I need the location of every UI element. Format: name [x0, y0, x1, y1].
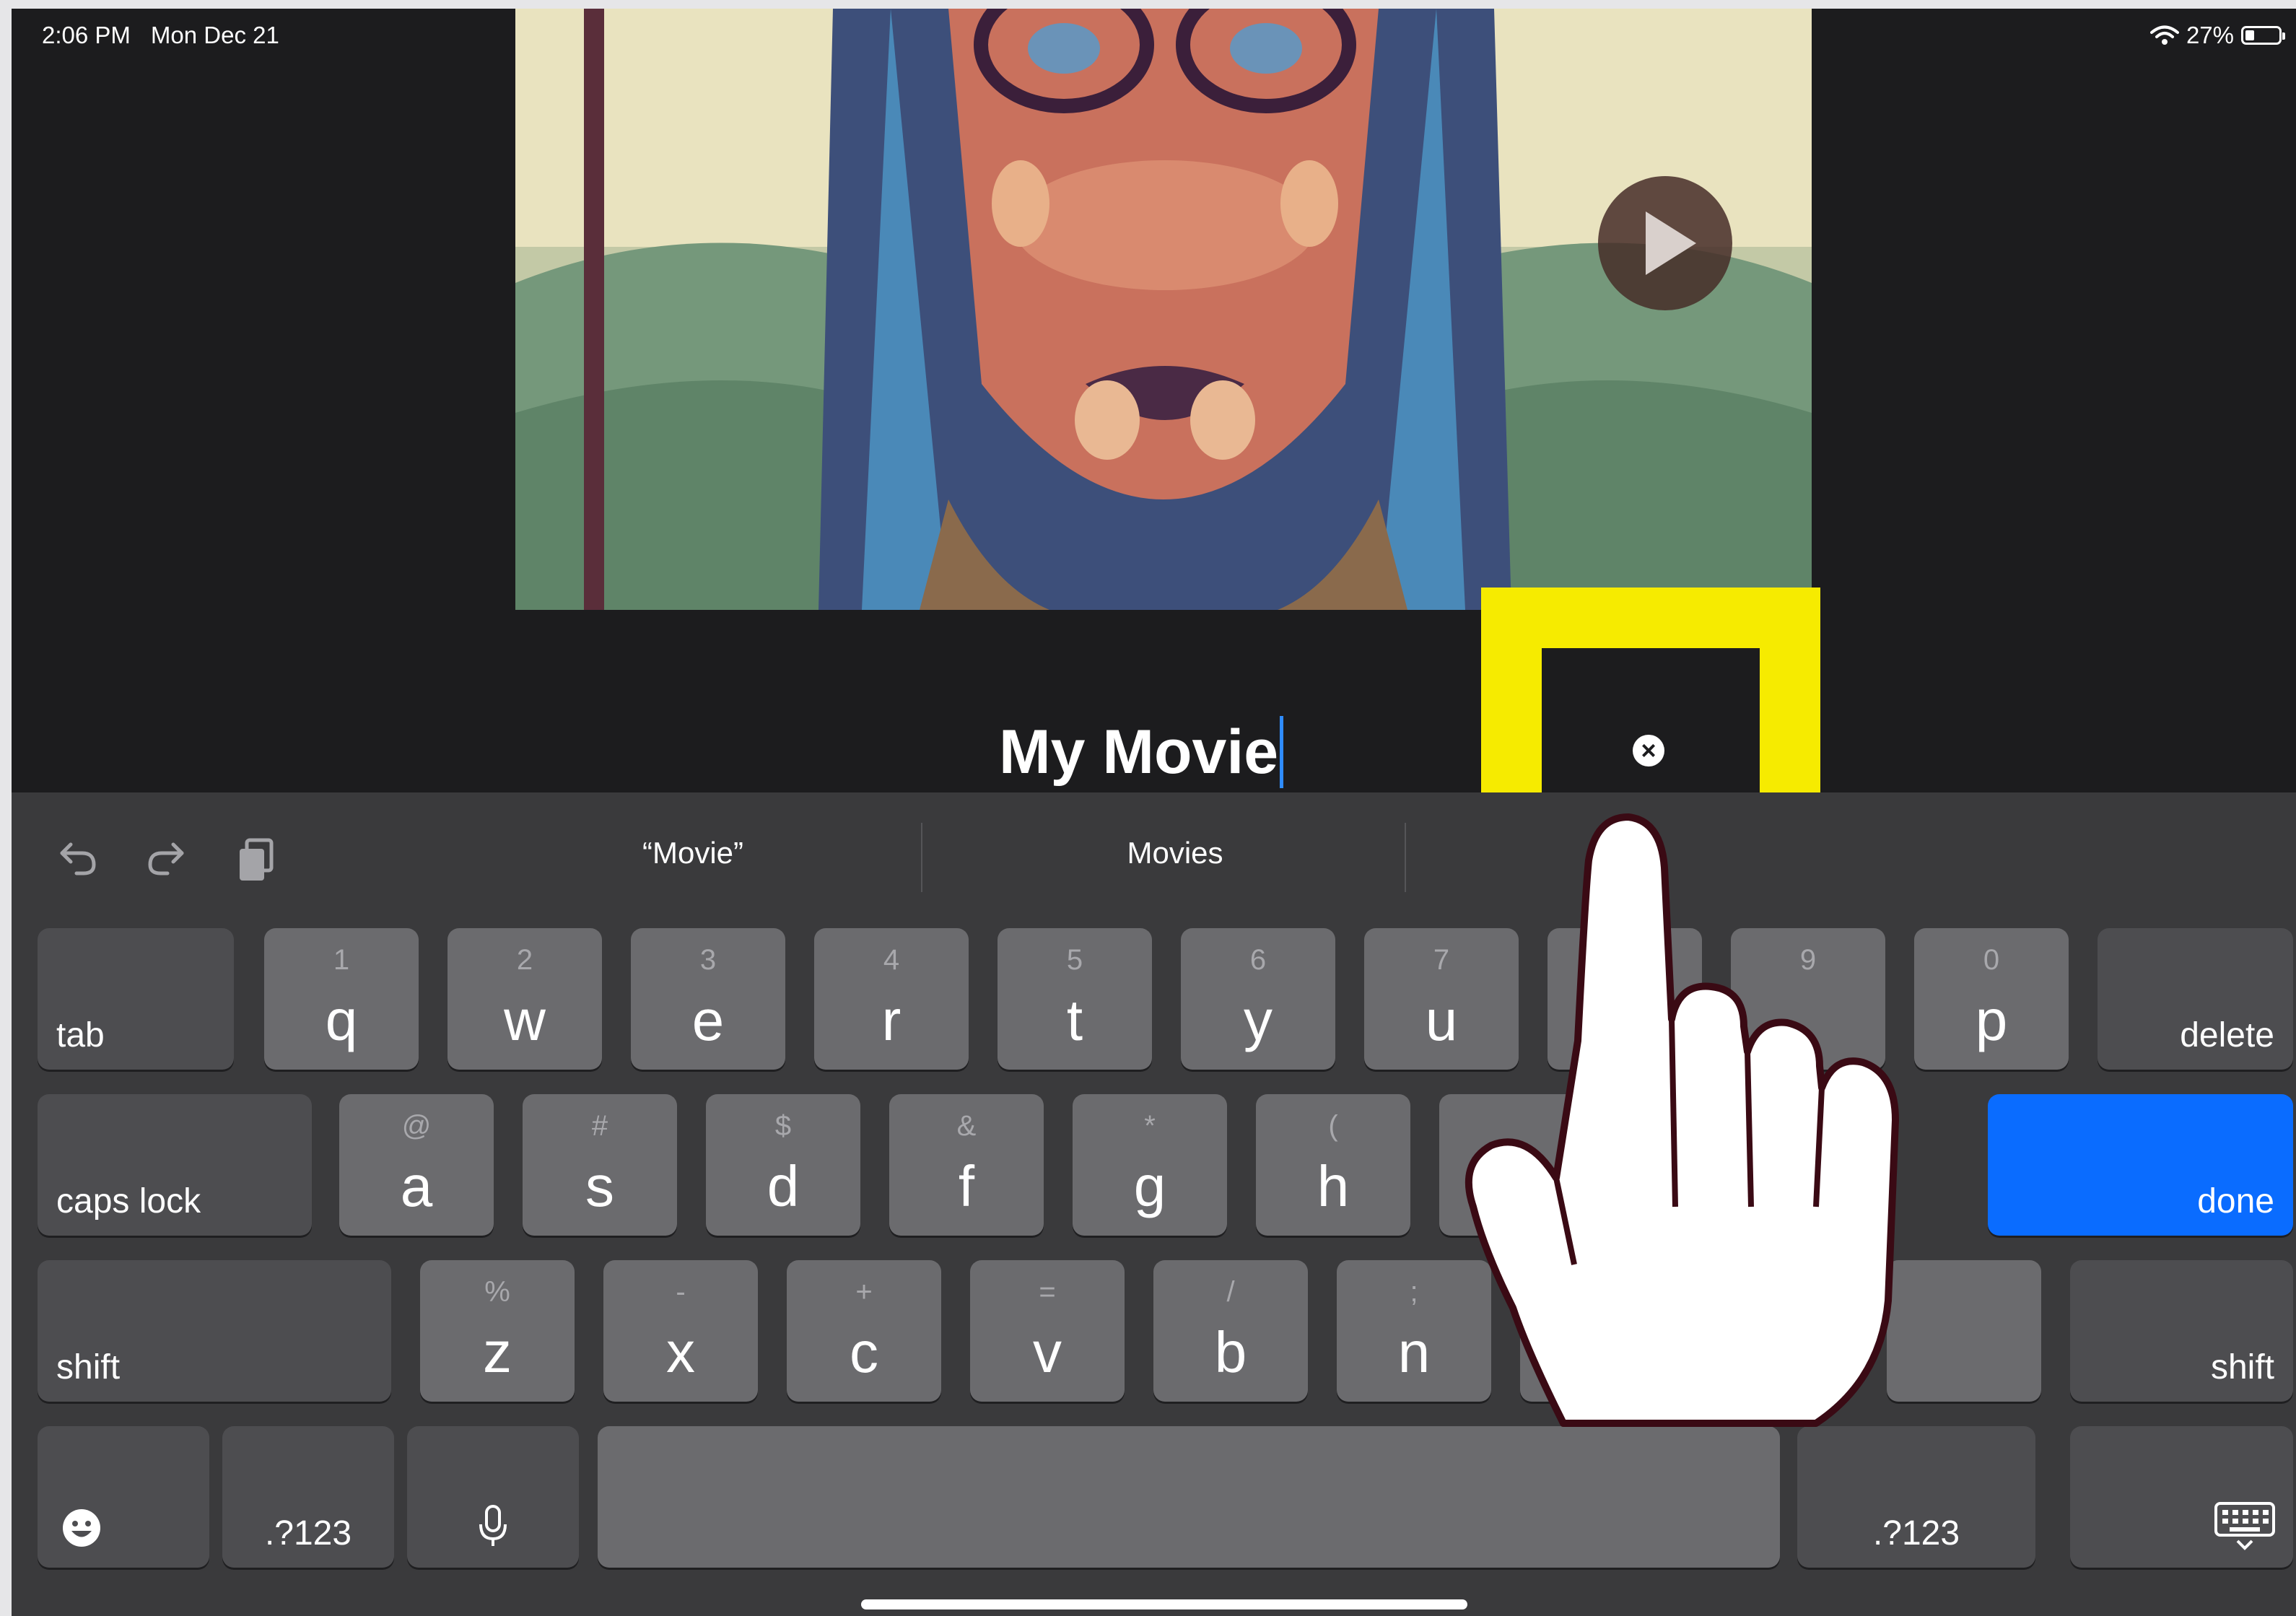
key-hint: 2	[516, 944, 533, 976]
movie-title-text[interactable]: My Movie	[999, 717, 1278, 788]
key-hint: *	[1144, 1110, 1156, 1142]
shift-label: shift	[2210, 1348, 2274, 1386]
key-t[interactable]: 5t	[998, 928, 1152, 1070]
video-preview[interactable]	[515, 9, 1812, 610]
key-v[interactable]: = v	[970, 1260, 1125, 1402]
done-key[interactable]: done	[1988, 1094, 2293, 1236]
delete-key-label: delete	[2180, 1016, 2274, 1054]
status-bar-right: 27%	[2149, 22, 2285, 49]
microphone-icon	[479, 1505, 507, 1546]
shift-right-key[interactable]: shift	[2070, 1260, 2293, 1402]
key-letter: h	[1317, 1154, 1350, 1218]
key-letter: e	[691, 988, 725, 1052]
key-letter: g	[1133, 1154, 1166, 1218]
undo-icon[interactable]	[58, 837, 98, 878]
done-key-label: done	[2197, 1182, 2274, 1220]
key-hint: 3	[699, 944, 717, 976]
status-time: 2:06 PM	[42, 22, 131, 48]
battery-percent: 27%	[2186, 22, 2234, 48]
key-a[interactable]: @ a	[339, 1094, 494, 1236]
key-hint: $	[774, 1110, 792, 1142]
key-hint: =	[1039, 1276, 1056, 1308]
key-letter: t	[1066, 988, 1083, 1052]
key-letter: a	[400, 1154, 433, 1218]
key-hint: 1	[333, 944, 350, 976]
status-date: Mon Dec 21	[150, 22, 279, 48]
key-y[interactable]: 6y	[1181, 928, 1335, 1070]
key-letter: q	[325, 988, 358, 1052]
ipad-screen: 2:06 PM Mon Dec 21 27% My Movie × “Movie…	[12, 9, 2296, 1616]
numbers-key-left[interactable]: .?123	[222, 1426, 394, 1568]
pointing-hand-icon	[1465, 813, 1899, 1427]
key-hint: 6	[1249, 944, 1267, 976]
emoji-icon	[63, 1509, 100, 1547]
key-letter: v	[1033, 1320, 1062, 1384]
suggestion-1[interactable]: Movies	[937, 836, 1413, 870]
delete-key[interactable]: delete	[2098, 928, 2293, 1070]
key-letter: x	[666, 1320, 695, 1384]
key-hint: %	[484, 1276, 510, 1308]
numbers-key-right[interactable]: .?123	[1797, 1426, 2035, 1568]
key-e[interactable]: 3e	[631, 928, 785, 1070]
suggestion-separator	[1405, 823, 1406, 892]
key-hint: #	[591, 1110, 608, 1142]
key-hint: @	[401, 1110, 432, 1142]
suggestion-0[interactable]: “Movie”	[455, 836, 931, 870]
key-h[interactable]: (h	[1256, 1094, 1410, 1236]
caps-lock-label: caps lock	[56, 1182, 201, 1220]
key-c[interactable]: + c	[787, 1260, 941, 1402]
key-hint: &	[956, 1110, 977, 1142]
key-f[interactable]: & f	[889, 1094, 1044, 1236]
space-bar[interactable]	[598, 1426, 1780, 1568]
key-r[interactable]: 4r	[814, 928, 969, 1070]
key-letter: d	[767, 1154, 800, 1218]
title-field[interactable]: My Movie	[999, 712, 1284, 792]
clear-text-icon[interactable]: ×	[1633, 735, 1664, 766]
text-cursor	[1280, 716, 1284, 788]
tab-key-label: tab	[56, 1016, 105, 1054]
dictation-key[interactable]	[407, 1426, 579, 1568]
key-letter: y	[1244, 988, 1273, 1052]
redo-icon[interactable]	[146, 837, 186, 878]
video-frame-image	[515, 9, 1812, 610]
shift-left-key[interactable]: shift	[38, 1260, 391, 1402]
key-q[interactable]: 1q	[264, 928, 419, 1070]
keyboard-dismiss-icon	[2214, 1502, 2275, 1550]
key-letter: b	[1214, 1320, 1247, 1384]
home-indicator	[861, 1599, 1467, 1610]
tab-key[interactable]: tab	[38, 928, 234, 1070]
key-letter: w	[504, 988, 546, 1052]
key-letter: z	[483, 1320, 512, 1384]
key-letter: s	[585, 1154, 614, 1218]
key-g[interactable]: * g	[1073, 1094, 1227, 1236]
emoji-key[interactable]	[38, 1426, 209, 1568]
battery-icon	[2241, 26, 2285, 45]
key-d[interactable]: $ d	[706, 1094, 860, 1236]
key-letter: r	[881, 988, 902, 1052]
key-hint: /	[1226, 1276, 1235, 1308]
key-b[interactable]: / b	[1153, 1260, 1308, 1402]
wifi-icon	[2149, 25, 2179, 45]
key-hint: +	[855, 1276, 873, 1308]
key-z[interactable]: % z	[420, 1260, 575, 1402]
key-letter: c	[850, 1320, 878, 1384]
key-letter: f	[958, 1154, 975, 1218]
dismiss-keyboard-key[interactable]	[2070, 1426, 2293, 1568]
key-hint: (	[1328, 1110, 1338, 1142]
status-bar-left: 2:06 PM Mon Dec 21	[42, 22, 279, 49]
key-hint: 5	[1066, 944, 1083, 976]
paste-icon[interactable]	[235, 837, 276, 883]
play-icon[interactable]	[1598, 176, 1732, 310]
key-hint: 4	[883, 944, 900, 976]
suggestion-separator	[921, 823, 922, 892]
key-w[interactable]: 2w	[448, 928, 602, 1070]
key-s[interactable]: # s	[523, 1094, 677, 1236]
shift-label: shift	[56, 1348, 121, 1386]
numbers-label: .?123	[264, 1514, 352, 1552]
caps-lock-key[interactable]: caps lock	[38, 1094, 312, 1236]
numbers-label: .?123	[1872, 1514, 1960, 1552]
key-hint: -	[676, 1276, 686, 1308]
key-x[interactable]: -x	[603, 1260, 758, 1402]
